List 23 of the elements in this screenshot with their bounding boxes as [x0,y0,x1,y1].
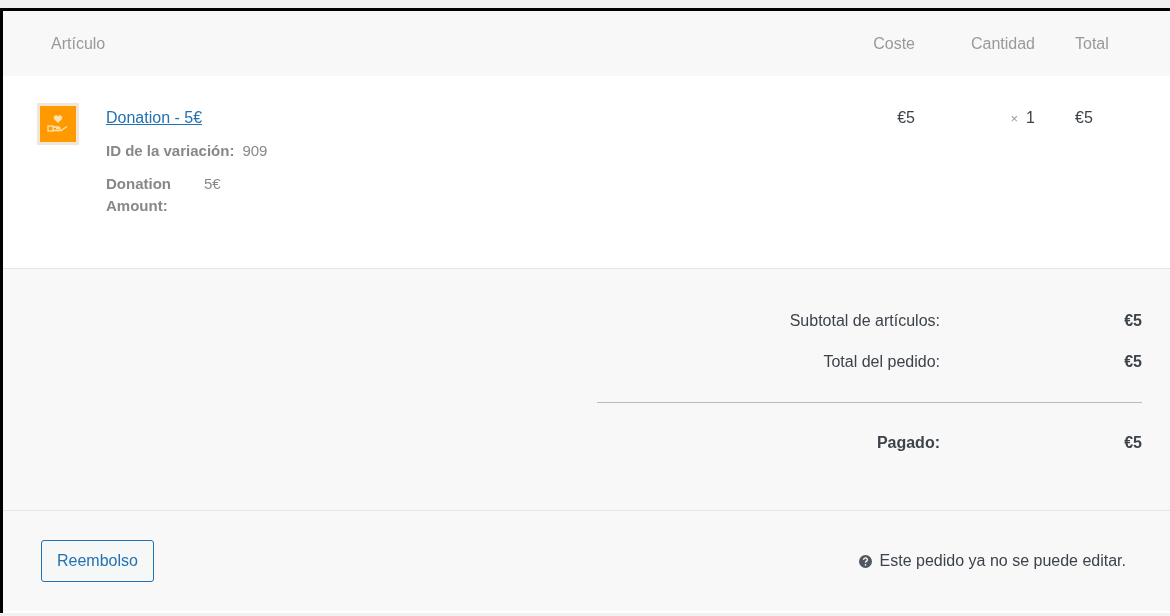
total-label: Subtotal de artículos: [789,312,940,329]
meta-value: 5€ [204,174,221,192]
paid-label: Pagado: [876,434,940,451]
meta-label: ID de la variación: [106,142,235,159]
item-cost: €5 [897,109,915,126]
meta-label: Donation Amount: [106,173,172,216]
total-value: €5 [1124,353,1142,370]
refund-button[interactable]: Reembolso [41,540,154,582]
paid-value: €5 [1124,434,1142,451]
item-quantity: 1 [1026,109,1035,126]
column-header: Coste [873,34,915,52]
help-icon [858,554,872,568]
column-header: Artículo [51,34,106,52]
hand-heart-icon [47,114,69,134]
total-value: €5 [1124,312,1142,329]
meta-value: 909 [242,142,268,159]
column-header: Cantidad [970,34,1035,52]
product-link[interactable]: Donation - 5€ [106,109,203,126]
notice-text: Este pedido ya no se puede editar. [879,551,1126,571]
column-header: Total [1075,34,1109,52]
total-label: Total del pedido: [823,353,940,370]
times-sign: × [1010,111,1019,126]
item-total: €5 [1075,109,1093,126]
